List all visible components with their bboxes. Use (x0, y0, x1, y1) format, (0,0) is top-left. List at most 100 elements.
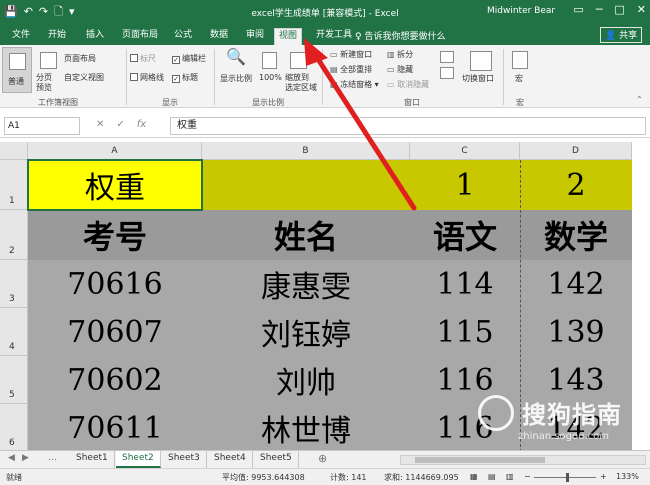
name-box[interactable]: A1 (4, 117, 80, 135)
zoom-to-selection-button[interactable]: 缩放到 选定区域 (285, 73, 317, 93)
row-header[interactable]: 1 (0, 160, 28, 210)
sheet-tab-4[interactable]: Sheet4 (208, 451, 253, 468)
row-header[interactable]: 5 (0, 356, 28, 404)
sync-scrolling-icon[interactable] (440, 67, 454, 79)
unhide-button[interactable]: ▭ 取消隐藏 (387, 79, 429, 90)
ruler-checkbox[interactable]: 标尺 (130, 53, 156, 64)
watermark-logo-icon (478, 395, 514, 431)
freeze-panes-button[interactable]: ▦ 冻结窗格 ▾ (330, 79, 379, 90)
cancel-icon[interactable]: ✕ (96, 119, 104, 130)
cell-c4[interactable]: 115 (410, 308, 520, 356)
cell-d1[interactable]: 2 (520, 160, 632, 210)
cell-c2[interactable]: 语文 (410, 210, 520, 260)
cell-a5[interactable]: 70602 (28, 356, 202, 404)
gridlines-checkbox[interactable]: 网格线 (130, 72, 164, 83)
page-layout-status-icon[interactable]: ▤ (488, 472, 496, 481)
cell-b4[interactable]: 刘钰婷 (202, 308, 410, 356)
tab-page-layout[interactable]: 页面布局 (118, 28, 162, 45)
collapse-ribbon-icon[interactable]: ⌃ (636, 95, 643, 104)
minimize-icon[interactable]: ─ (596, 3, 603, 16)
tab-developer[interactable]: 开发工具 (312, 28, 356, 45)
insert-function-icon[interactable]: fx (137, 119, 146, 130)
formula-input[interactable]: 权重 (170, 117, 646, 135)
tab-view[interactable]: 视图 (274, 28, 303, 45)
freeze-panes-icon: ▦ (330, 80, 341, 89)
zoom-level[interactable]: 133% (616, 472, 639, 481)
tab-home[interactable]: 开始 (44, 28, 70, 45)
row-header[interactable]: 4 (0, 308, 28, 356)
hide-button[interactable]: ▭ 隐藏 (387, 64, 413, 75)
page-break-status-icon[interactable]: ▥ (506, 472, 514, 481)
cell-a2[interactable]: 考号 (28, 210, 202, 260)
zoom-slider[interactable] (534, 477, 596, 478)
tab-formulas[interactable]: 公式 (170, 28, 196, 45)
cell-a3[interactable]: 70616 (28, 260, 202, 308)
headings-checkbox[interactable]: ✓ 标题 (172, 72, 198, 83)
cell-b1[interactable] (202, 160, 410, 210)
status-mode: 就绪 (6, 473, 22, 482)
cell-d4[interactable]: 139 (520, 308, 632, 356)
ribbon-display-icon[interactable]: ▭ (573, 3, 583, 16)
tab-file[interactable]: 文件 (8, 28, 34, 45)
share-button[interactable]: 👤 共享 (600, 27, 643, 43)
macros-icon (512, 51, 528, 69)
scroll-sheets-left-icon[interactable]: ◀ (8, 453, 15, 463)
row-header[interactable]: 6 (0, 404, 28, 450)
arrange-all-button[interactable]: ▤ 全部重排 (330, 64, 372, 75)
zoom-slider-thumb[interactable] (566, 473, 569, 482)
add-sheet-icon[interactable]: ⊕ (318, 452, 327, 465)
freeze-panes-label: 冻结窗格 (340, 80, 373, 89)
sheet-tab-1[interactable]: Sheet1 (70, 451, 115, 468)
macros-button[interactable]: 宏 (515, 73, 523, 84)
tab-review[interactable]: 审阅 (242, 28, 268, 45)
row-header[interactable]: 2 (0, 210, 28, 260)
select-all-corner[interactable] (0, 142, 28, 160)
horizontal-scrollbar[interactable] (400, 455, 646, 465)
cell-d3[interactable]: 142 (520, 260, 632, 308)
scrollbar-thumb[interactable] (415, 457, 545, 463)
view-side-by-side-icon[interactable] (440, 51, 454, 63)
row-header[interactable]: 3 (0, 260, 28, 308)
column-header-b[interactable]: B (202, 142, 410, 160)
formula-bar-checkbox[interactable]: ✓ 编辑栏 (172, 53, 206, 64)
zoom-out-icon[interactable]: − (524, 472, 531, 481)
switch-windows-button[interactable]: 切换窗口 (462, 73, 494, 84)
normal-view-status-icon[interactable]: ▦ (470, 472, 478, 481)
split-button[interactable]: ▥ 拆分 (387, 49, 413, 60)
enter-icon[interactable]: ✓ (116, 119, 124, 130)
column-header-d[interactable]: D (520, 142, 632, 160)
page-layout-view-button[interactable]: 页面布局 (64, 53, 96, 64)
sheet-tab-3[interactable]: Sheet3 (162, 451, 207, 468)
zoom-100-button[interactable]: 100% (259, 73, 282, 82)
tab-insert[interactable]: 插入 (82, 28, 108, 45)
ruler-check-icon (130, 54, 138, 62)
cell-d2[interactable]: 数学 (520, 210, 632, 260)
sheet-tab-5[interactable]: Sheet5 (254, 451, 299, 468)
zoom-in-icon[interactable]: + (600, 472, 607, 481)
zoom-magnifier-icon: 🔍 (226, 47, 246, 66)
cell-a4[interactable]: 70607 (28, 308, 202, 356)
column-header-a[interactable]: A (28, 142, 202, 160)
close-icon[interactable]: ✕ (637, 3, 646, 16)
zoom-button[interactable]: 显示比例 (220, 73, 252, 84)
scroll-sheets-right-icon[interactable]: ▶ (22, 453, 29, 463)
maximize-icon[interactable]: □ (614, 3, 624, 16)
cell-b6[interactable]: 林世博 (202, 404, 410, 450)
cell-b5[interactable]: 刘帅 (202, 356, 410, 404)
tab-data[interactable]: 数据 (206, 28, 232, 45)
column-header-c[interactable]: C (410, 142, 520, 160)
user-name[interactable]: Midwinter Bear (487, 6, 555, 16)
cell-c3[interactable]: 114 (410, 260, 520, 308)
cell-c1[interactable]: 1 (410, 160, 520, 210)
sheet-tab-2[interactable]: Sheet2 (116, 451, 161, 468)
cell-b3[interactable]: 康惠雯 (202, 260, 410, 308)
cell-b2[interactable]: 姓名 (202, 210, 410, 260)
cell-a6[interactable]: 70611 (28, 404, 202, 450)
normal-view-button[interactable]: 普通 (2, 47, 32, 93)
unhide-icon: ▭ (387, 80, 398, 89)
new-window-button[interactable]: ▭ 新建窗口 (330, 49, 372, 60)
more-sheets-icon[interactable]: … (48, 453, 57, 463)
tell-me-search[interactable]: ♀ 告诉我你想要做什么 (355, 29, 445, 42)
page-break-preview-button[interactable]: 分页 预览 (36, 73, 52, 93)
custom-views-button[interactable]: 自定义视图 (64, 72, 104, 83)
